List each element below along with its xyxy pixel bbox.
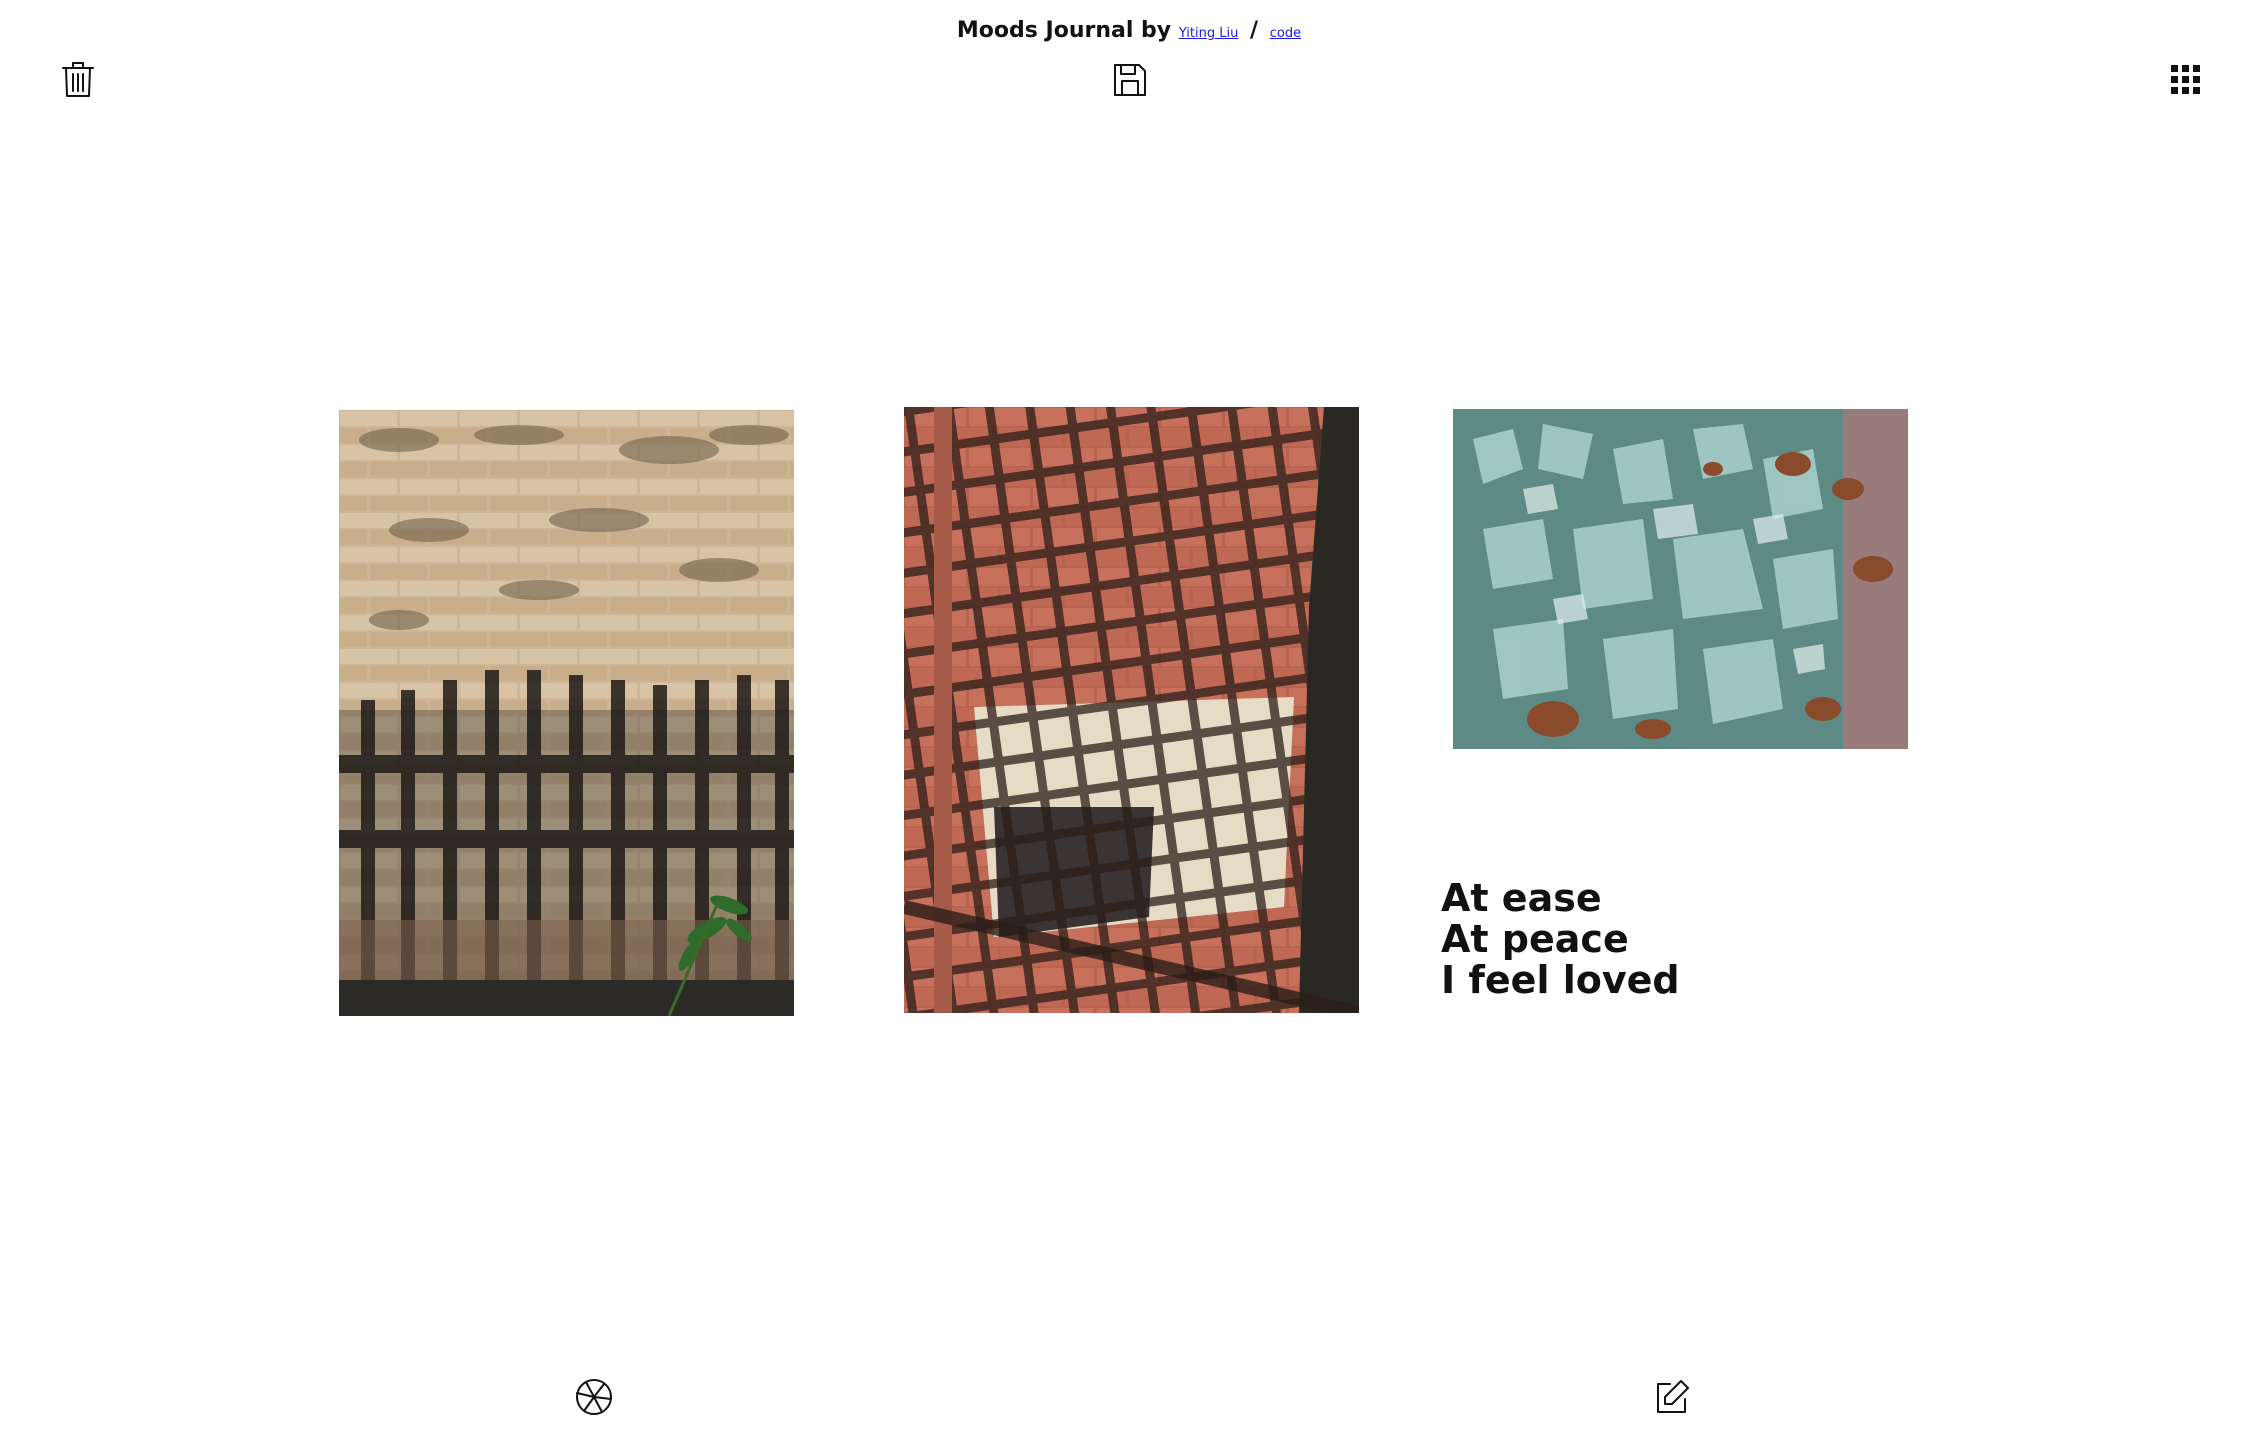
photo-brick-grid[interactable]: [904, 407, 1359, 1013]
mood-line: At ease: [1441, 876, 1602, 920]
header-separator: /: [1250, 18, 1259, 43]
mood-text: At ease At peace I feel loved: [1441, 878, 1841, 1001]
capture-photo-button[interactable]: [572, 1375, 616, 1419]
grid-icon: [2171, 65, 2200, 94]
trash-icon: [62, 62, 94, 97]
edit-icon: [1657, 1380, 1689, 1413]
photo-broken-glass[interactable]: [1453, 409, 1908, 749]
code-link[interactable]: code: [1270, 26, 1301, 41]
app-header: Moods Journal by Yiting Liu / code: [0, 18, 2258, 43]
brick-fence-image: [339, 410, 794, 1016]
camera-aperture-icon: [576, 1379, 612, 1415]
write-mood-button[interactable]: [1650, 1375, 1694, 1419]
mood-line: I feel loved: [1441, 958, 1680, 1002]
app-title: Moods Journal by: [956, 18, 1172, 43]
menu-button[interactable]: [2164, 58, 2208, 102]
mood-line: At peace: [1441, 917, 1629, 961]
broken-glass-image: [1453, 409, 1908, 749]
brick-grid-image: [904, 407, 1359, 1013]
save-button[interactable]: [1108, 58, 1152, 102]
save-icon: [1114, 64, 1146, 96]
photo-brick-fence[interactable]: [339, 410, 794, 1016]
delete-button[interactable]: [56, 58, 100, 102]
author-link[interactable]: Yiting Liu: [1179, 26, 1239, 41]
